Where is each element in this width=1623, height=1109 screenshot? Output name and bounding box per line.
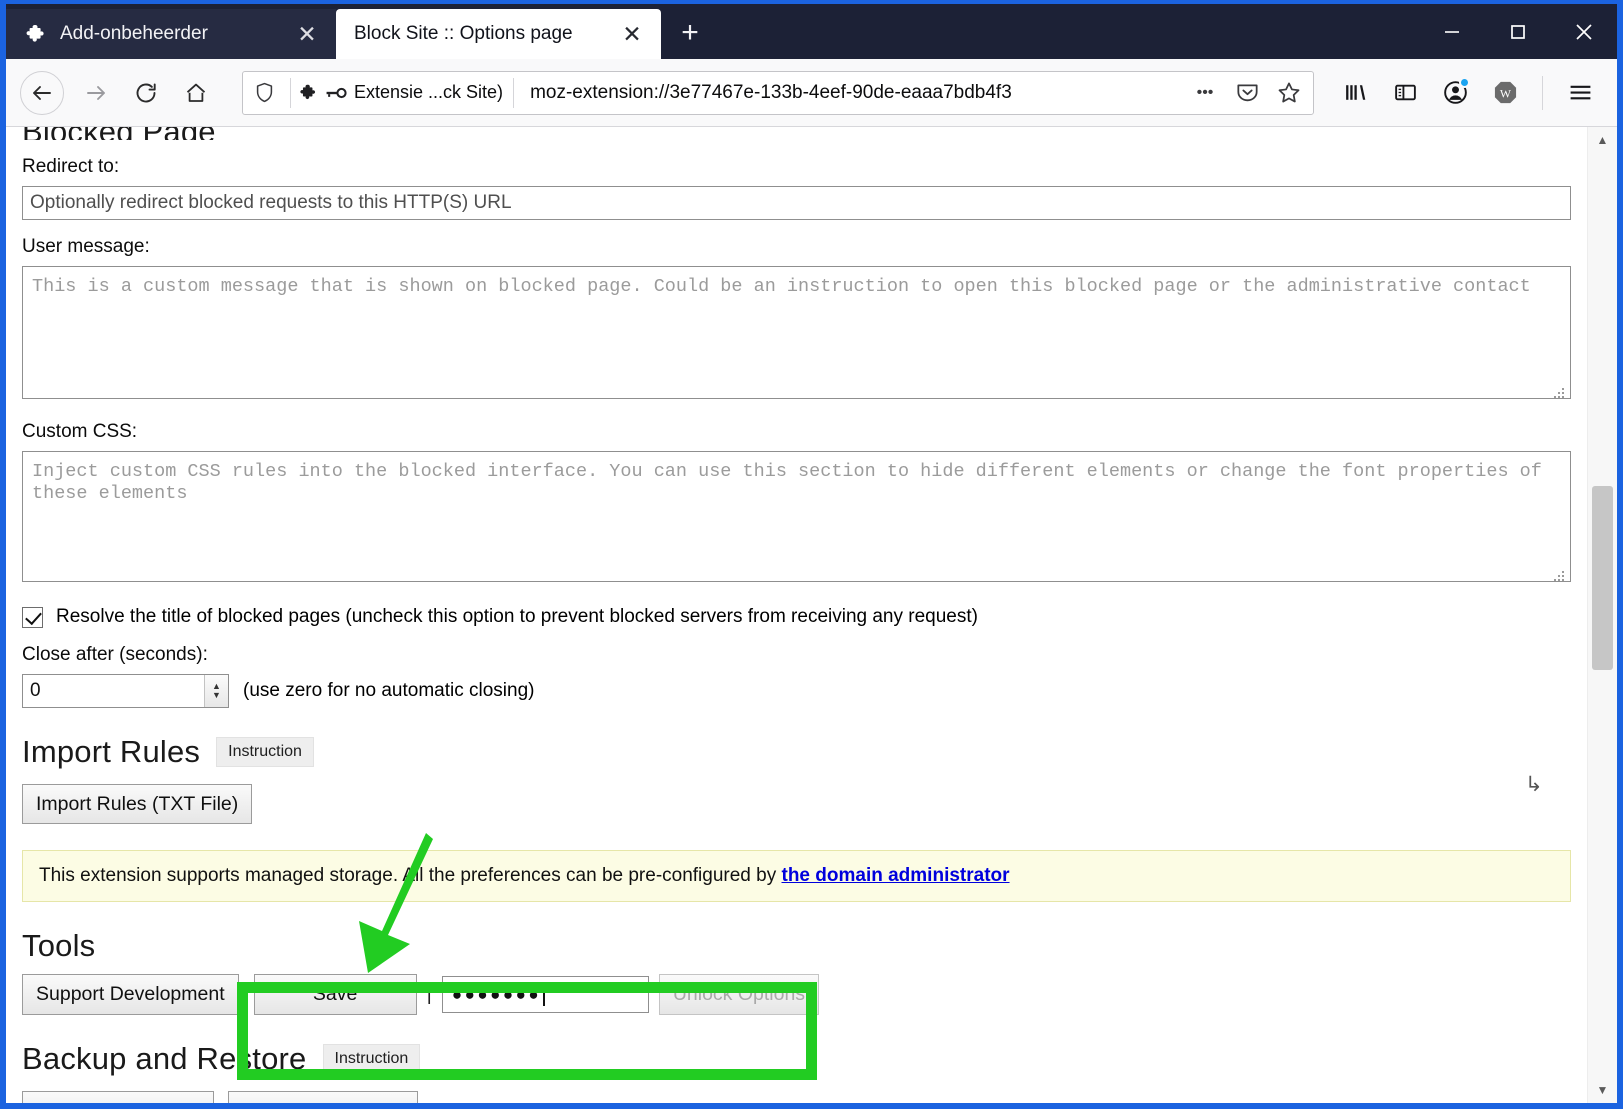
password-value: ●●●●●●● [451, 984, 542, 1004]
toolbar-divider [1542, 75, 1543, 110]
resize-glyph-icon: ↲ [1525, 773, 1543, 796]
import-rules-instruction-badge[interactable]: Instruction [216, 737, 314, 767]
puzzle-piece-icon [300, 84, 316, 100]
url-text[interactable]: moz-extension://3e77467e-133b-4eef-90de-… [520, 82, 1181, 104]
shield-icon[interactable] [253, 81, 284, 104]
custom-css-wrap [22, 451, 1571, 588]
user-message-wrap [22, 266, 1571, 405]
close-after-hint: (use zero for no automatic closing) [243, 680, 535, 701]
stepper-down-icon[interactable]: ▼ [212, 691, 221, 700]
tools-heading-row: Tools [22, 928, 1571, 964]
domain-administrator-link[interactable]: the domain administrator [782, 865, 1010, 886]
close-after-value[interactable]: 0 [23, 675, 204, 707]
tools-row: Support Development Save | ●●●●●●● Unloc… [22, 974, 1571, 1015]
extension-identity-box[interactable]: Extensie ...ck Site) [290, 77, 515, 108]
import-rules-heading: Import Rules [22, 734, 201, 769]
page-actions-icon[interactable]: ••• [1187, 75, 1223, 111]
text-caret [543, 983, 545, 1006]
sidebar-icon[interactable] [1382, 70, 1428, 116]
minimize-button[interactable] [1419, 4, 1485, 59]
hamburger-menu-icon[interactable] [1557, 70, 1603, 116]
toolbar-right-icons: W [1332, 70, 1603, 116]
content-area: Blocked Page Redirect to: User message: … [6, 127, 1617, 1103]
resolve-title-row[interactable]: Resolve the title of blocked pages (unch… [22, 606, 1571, 628]
managed-storage-notice: This extension supports managed storage.… [22, 850, 1571, 903]
navigation-toolbar: Extensie ...ck Site) moz-extension://3e7… [6, 59, 1617, 127]
bookmark-star-icon[interactable] [1271, 75, 1307, 111]
unlock-options-button[interactable]: Unlock Options [658, 974, 820, 1015]
library-icon[interactable] [1332, 70, 1378, 116]
backup-restore-heading: Backup and Restore [22, 1040, 307, 1076]
custom-css-label: Custom CSS: [22, 421, 138, 442]
tab-title: Add-onbeheerder [60, 23, 208, 44]
notification-badge [1459, 76, 1470, 88]
backup-instruction-badge[interactable]: Instruction [322, 1044, 421, 1074]
number-stepper[interactable]: ▲ ▼ [204, 675, 228, 707]
scroll-up-button[interactable]: ▲ [1588, 127, 1617, 153]
resolve-title-checkbox[interactable] [22, 606, 43, 628]
pocket-icon[interactable] [1229, 75, 1265, 111]
backup-button-row: Export (JSON File) Import (JSON File) [22, 1090, 1571, 1103]
wikipedia-extension-icon[interactable]: W [1482, 70, 1528, 116]
tab-bar: Add-onbeheerder ✕ Block Site :: Options … [6, 4, 1617, 59]
password-input[interactable]: ●●●●●●● [441, 976, 649, 1014]
tools-heading: Tools [22, 928, 96, 964]
url-bar[interactable]: Extensie ...ck Site) moz-extension://3e7… [242, 70, 1314, 115]
window-controls [1419, 4, 1617, 59]
new-tab-button[interactable]: + [667, 10, 713, 56]
close-icon[interactable]: ✕ [617, 19, 647, 49]
save-button[interactable]: Save [253, 974, 417, 1015]
scrollbar-thumb[interactable] [1592, 485, 1613, 671]
blocked-page-heading: Blocked Page [22, 127, 1571, 140]
support-development-button[interactable]: Support Development [22, 974, 239, 1015]
forward-icon[interactable] [74, 71, 118, 115]
svg-text:W: W [1499, 86, 1511, 100]
managed-notice-text: This extension supports managed storage.… [39, 865, 782, 887]
account-icon[interactable] [1432, 70, 1478, 116]
close-after-row: 0 ▲ ▼ (use zero for no automatic closing… [22, 674, 1571, 708]
identity-label: Extensie ...ck Site) [354, 82, 504, 102]
close-icon[interactable]: ✕ [292, 19, 322, 49]
separator: | [426, 983, 432, 1006]
puzzle-piece-icon [24, 22, 48, 46]
custom-css-textarea[interactable] [22, 451, 1571, 582]
redirect-url-input[interactable] [22, 186, 1571, 220]
user-message-label: User message: [22, 236, 150, 257]
backup-heading-row: Backup and Restore Instruction [22, 1041, 1571, 1077]
tab-title: Block Site :: Options page [354, 23, 573, 44]
import-rules-button-row: Import Rules (TXT File) [22, 784, 1571, 825]
tab-addon-manager[interactable]: Add-onbeheerder ✕ [6, 9, 336, 59]
page-scrollbar[interactable]: ▲ ▼ [1587, 127, 1617, 1103]
key-icon [326, 87, 347, 98]
close-button[interactable] [1551, 4, 1617, 59]
browser-window: Add-onbeheerder ✕ Block Site :: Options … [0, 0, 1623, 1109]
save-unlock-group: Save | ●●●●●●● Unlock Options [253, 974, 820, 1015]
home-icon[interactable] [174, 71, 218, 115]
import-json-button[interactable]: Import (JSON File) [227, 1090, 419, 1103]
options-page: Blocked Page Redirect to: User message: … [6, 127, 1587, 1103]
import-rules-heading-row: Import Rules Instruction [22, 734, 1571, 770]
close-after-label: Close after (seconds): [22, 644, 208, 665]
redirect-to-label: Redirect to: [22, 156, 120, 177]
maximize-button[interactable] [1485, 4, 1551, 59]
close-after-number-input[interactable]: 0 ▲ ▼ [22, 674, 229, 708]
user-message-textarea[interactable] [22, 266, 1571, 399]
scrollbar-track[interactable] [1588, 153, 1617, 1077]
reload-icon[interactable] [124, 71, 168, 115]
back-icon[interactable] [20, 70, 64, 115]
export-json-button[interactable]: Export (JSON File) [22, 1090, 214, 1103]
import-rules-txt-button[interactable]: Import Rules (TXT File) [22, 784, 253, 825]
tab-block-site-options[interactable]: Block Site :: Options page ✕ [336, 9, 661, 59]
resolve-title-label: Resolve the title of blocked pages (unch… [56, 606, 978, 627]
scroll-down-button[interactable]: ▼ [1588, 1077, 1617, 1103]
